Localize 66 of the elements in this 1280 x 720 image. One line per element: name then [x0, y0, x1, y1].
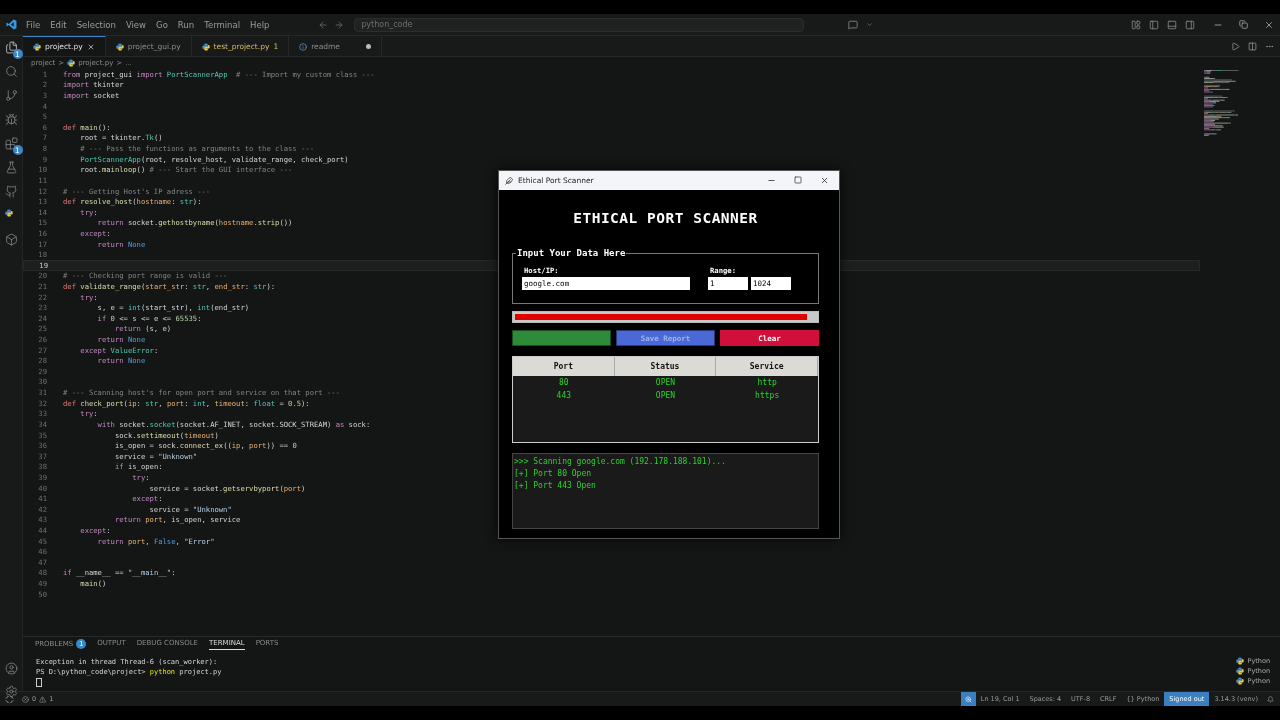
- log-line: [+] Port 443 Open: [514, 480, 597, 492]
- minimap: [1204, 70, 1242, 138]
- account-icon[interactable]: [4, 662, 18, 675]
- close-icon[interactable]: [1264, 19, 1274, 30]
- feather-icon: [505, 176, 513, 185]
- split-editor-icon[interactable]: [1248, 41, 1257, 51]
- app-logo-icon: [6, 19, 17, 30]
- python-logo-icon: [4, 209, 13, 217]
- back-arrow-icon[interactable]: [318, 19, 329, 30]
- remote-icon[interactable]: [5, 694, 14, 704]
- app-heading: ETHICAL PORT SCANNER: [572, 210, 759, 228]
- github-icon[interactable]: [4, 185, 18, 198]
- settings-icon[interactable]: [4, 685, 18, 698]
- column-header[interactable]: Port: [513, 357, 615, 376]
- restore-icon[interactable]: [1239, 19, 1248, 29]
- files-icon[interactable]: [4, 41, 18, 54]
- menu-item[interactable]: Help: [245, 19, 275, 30]
- menu-item[interactable]: Terminal: [199, 19, 246, 30]
- forward-arrow-icon[interactable]: [334, 19, 345, 30]
- log-line: >>> Scanning google.com (192.178.188.101)...: [514, 456, 727, 468]
- table-cell-text: 80: [558, 378, 570, 387]
- table-cell-text: http: [756, 378, 778, 387]
- menu-item[interactable]: Selection: [71, 19, 121, 30]
- run-icon[interactable]: [1231, 41, 1240, 51]
- flask-icon[interactable]: [4, 161, 18, 174]
- zoom-indicator[interactable]: [960, 692, 976, 706]
- bell-icon[interactable]: [1267, 695, 1274, 703]
- box-icon[interactable]: [4, 233, 18, 246]
- log-line: [+] Port 80 Open: [514, 468, 593, 480]
- layout-icon[interactable]: [1131, 19, 1141, 30]
- column-header[interactable]: Service: [716, 357, 818, 376]
- maximize-icon[interactable]: [794, 176, 802, 184]
- group-title: Input Your Data Here: [516, 248, 627, 258]
- close-icon[interactable]: [86, 42, 95, 51]
- info-icon: [299, 42, 308, 51]
- python-icon: [33, 42, 41, 51]
- python-icon: [201, 42, 210, 51]
- blocks-icon[interactable]: [4, 137, 18, 150]
- menu-item[interactable]: Run: [172, 19, 200, 30]
- chat-icon[interactable]: [848, 19, 858, 30]
- zoom-icon: [964, 695, 972, 703]
- table-cell-text: 443: [555, 391, 573, 400]
- bug-icon[interactable]: [4, 113, 18, 126]
- table-cell-text: OPEN: [654, 391, 677, 400]
- python-icon: [1236, 657, 1245, 665]
- secondary-sidebar-icon[interactable]: [1185, 19, 1195, 30]
- python-icon: [67, 58, 76, 67]
- column-header[interactable]: Status: [614, 357, 717, 376]
- table-cell-text: OPEN: [654, 378, 677, 387]
- chevron-icon[interactable]: [866, 21, 873, 28]
- branch-icon[interactable]: [4, 89, 18, 102]
- panel-toggle-icon[interactable]: [1167, 19, 1177, 30]
- menu-item[interactable]: Edit: [45, 19, 72, 30]
- close-icon[interactable]: [820, 176, 829, 185]
- menu-item[interactable]: Go: [151, 19, 173, 30]
- menu-item[interactable]: File: [21, 19, 46, 30]
- python-icon: [1236, 677, 1245, 685]
- warning-icon[interactable]: [39, 695, 47, 703]
- error-icon[interactable]: [22, 695, 29, 703]
- sidebar-toggle-icon[interactable]: [1149, 19, 1159, 30]
- table-cell-text: https: [754, 391, 781, 400]
- python-icon: [1236, 667, 1245, 675]
- search-icon[interactable]: [4, 65, 18, 78]
- menu-item[interactable]: View: [120, 19, 152, 30]
- python-icon: [115, 42, 124, 51]
- terminal-cursor: [36, 678, 42, 687]
